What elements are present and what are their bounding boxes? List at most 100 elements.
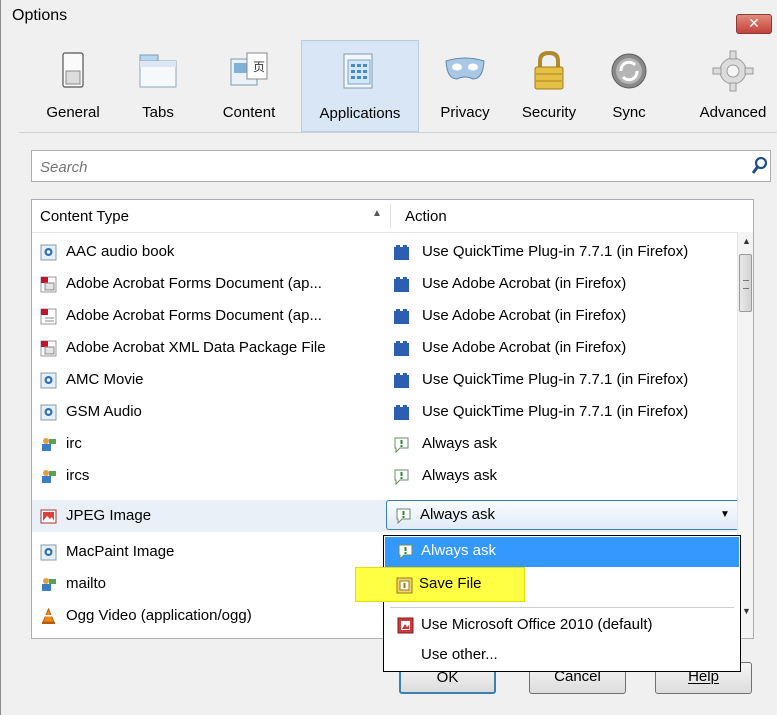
- tabs-icon: [136, 49, 180, 93]
- tab-security-label: Security: [521, 104, 577, 121]
- save-file-icon: [396, 577, 413, 594]
- quicktime-file-icon: [40, 404, 57, 421]
- save-file-highlight[interactable]: Save File: [355, 567, 525, 602]
- content-type-label: JPEG Image: [66, 507, 152, 524]
- ask-icon: [395, 507, 412, 524]
- scrollbar-thumb[interactable]: [739, 254, 752, 312]
- tab-applications[interactable]: Applications: [301, 40, 419, 132]
- gear-icon: [711, 49, 755, 93]
- ask-icon: [393, 468, 410, 485]
- chevron-down-icon[interactable]: ▼: [720, 509, 730, 520]
- scroll-up-icon[interactable]: ▲: [742, 236, 751, 246]
- title-bar: Options ✕: [1, 0, 777, 34]
- plugin-icon: [393, 372, 410, 389]
- table-row[interactable]: Adobe Acrobat XML Data Package File Use …: [32, 332, 737, 364]
- svg-text:页: 页: [253, 60, 265, 74]
- save-file-label: Save File: [419, 575, 482, 592]
- action-select[interactable]: Always ask ▼: [386, 500, 741, 530]
- action-label: Always ask: [422, 467, 498, 484]
- tab-advanced[interactable]: Advanced: [689, 40, 777, 132]
- search-input[interactable]: [38, 156, 732, 178]
- table-row[interactable]: ircs Always ask: [32, 460, 737, 492]
- grip-icon: [743, 280, 749, 289]
- plugin-icon: [393, 308, 410, 325]
- chat-protocol-icon: [40, 576, 57, 593]
- action-label: Use Adobe Acrobat (in Firefox): [422, 339, 627, 356]
- tab-privacy[interactable]: Privacy: [429, 40, 501, 132]
- padlock-icon: [527, 49, 571, 93]
- action-select-value: Always ask: [420, 506, 496, 523]
- action-column-header[interactable]: Action: [405, 208, 447, 225]
- plugin-icon: [393, 276, 410, 293]
- dropdown-item-use-other[interactable]: Use other...: [385, 641, 739, 671]
- vlc-cone-icon: [40, 608, 57, 625]
- column-divider[interactable]: [390, 204, 391, 228]
- image-file-icon: [40, 508, 57, 525]
- action-label: Use QuickTime Plug-in 7.7.1 (in Firefox): [422, 243, 689, 260]
- switch-icon: [51, 49, 95, 93]
- action-dropdown-menu: Always ask Use Microsoft Office 2010 (de…: [383, 535, 741, 672]
- tab-content-label: Content: [222, 104, 276, 121]
- content-type-label: Adobe Acrobat Forms Document (ap...: [66, 307, 322, 324]
- tab-advanced-label: Advanced: [699, 104, 767, 121]
- table-row[interactable]: AAC audio book Use QuickTime Plug-in 7.7…: [32, 236, 737, 268]
- office-picture-manager-icon: [397, 617, 414, 634]
- ask-icon: [397, 543, 414, 560]
- dropdown-item-label: Use other...: [421, 646, 498, 663]
- content-type-column-header[interactable]: Content Type: [40, 208, 129, 225]
- dropdown-item-label: Always ask: [421, 542, 497, 559]
- tab-tabs-label: Tabs: [142, 104, 174, 121]
- content-type-label: Adobe Acrobat XML Data Package File: [66, 339, 326, 356]
- tab-sync[interactable]: Sync: [599, 40, 659, 132]
- action-label: Use Adobe Acrobat (in Firefox): [422, 307, 627, 324]
- acrobat-form-file-icon: [40, 308, 57, 325]
- plugin-icon: [393, 404, 410, 421]
- sync-icon: [607, 49, 651, 93]
- plugin-icon: [393, 340, 410, 357]
- table-row[interactable]: Adobe Acrobat Forms Document (ap... Use …: [32, 300, 737, 332]
- dropdown-item-always-ask[interactable]: Always ask: [385, 537, 739, 567]
- sort-ascending-icon: ▲: [372, 208, 382, 219]
- table-row[interactable]: GSM Audio Use QuickTime Plug-in 7.7.1 (i…: [32, 396, 737, 428]
- table-row[interactable]: Adobe Acrobat Forms Document (ap... Use …: [32, 268, 737, 300]
- tab-content[interactable]: 页 Content: [209, 40, 289, 132]
- chat-protocol-icon: [40, 468, 57, 485]
- content-type-label: AMC Movie: [66, 371, 144, 388]
- list-header: Content Type ▲ Action: [32, 200, 753, 233]
- menu-separator: [390, 607, 734, 608]
- chat-protocol-icon: [40, 436, 57, 453]
- table-row[interactable]: AMC Movie Use QuickTime Plug-in 7.7.1 (i…: [32, 364, 737, 396]
- close-button[interactable]: ✕: [736, 14, 772, 34]
- quicktime-file-icon: [40, 244, 57, 261]
- content-type-label: MacPaint Image: [66, 543, 175, 560]
- content-type-label: GSM Audio: [66, 403, 142, 420]
- content-type-label: mailto: [66, 575, 107, 592]
- window-title: Options: [12, 7, 68, 24]
- tab-applications-label: Applications: [319, 105, 401, 122]
- search-icon[interactable]: [751, 156, 769, 176]
- applications-icon: [338, 50, 382, 94]
- table-row[interactable]: irc Always ask: [32, 428, 737, 460]
- tab-general-label: General: [46, 104, 100, 121]
- tab-general[interactable]: General: [35, 40, 111, 132]
- quicktime-file-icon: [40, 372, 57, 389]
- ask-icon: [393, 436, 410, 453]
- content-type-label: Ogg Video (application/ogg): [66, 607, 252, 624]
- plugin-icon: [393, 244, 410, 261]
- mask-icon: [443, 49, 487, 93]
- close-icon[interactable]: ✕: [748, 15, 760, 31]
- options-window: Options ✕ General Tabs 页 Content Applica…: [0, 0, 777, 715]
- dropdown-item-use-office[interactable]: Use Microsoft Office 2010 (default): [385, 611, 739, 641]
- tab-security[interactable]: Security: [511, 40, 587, 132]
- tab-privacy-label: Privacy: [440, 104, 490, 121]
- content-icon: 页: [227, 49, 271, 93]
- scroll-down-icon[interactable]: ▼: [742, 606, 751, 616]
- content-type-label: AAC audio book: [66, 243, 175, 260]
- search-box[interactable]: [31, 150, 771, 182]
- toolbar-divider: [19, 132, 777, 133]
- tab-tabs[interactable]: Tabs: [123, 40, 193, 132]
- action-label: Use QuickTime Plug-in 7.7.1 (in Firefox): [422, 403, 689, 420]
- action-label: Use QuickTime Plug-in 7.7.1 (in Firefox): [422, 371, 689, 388]
- content-type-label: irc: [66, 435, 82, 452]
- tab-sync-label: Sync: [612, 104, 646, 121]
